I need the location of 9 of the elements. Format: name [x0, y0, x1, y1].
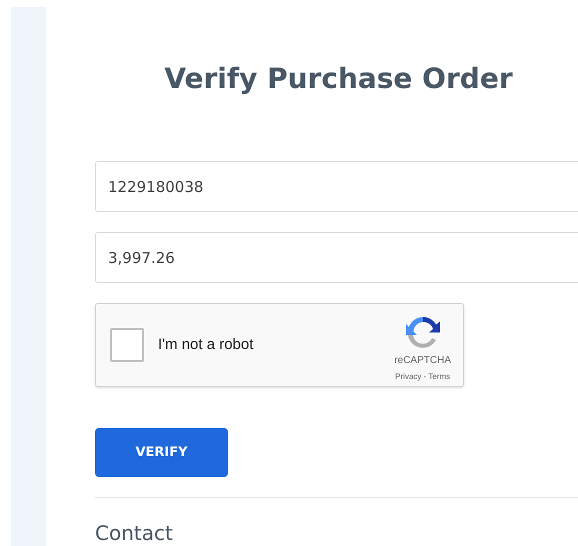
page-title: Verify Purchase Order: [163, 61, 514, 97]
input-field[interactable]: 1229180038: [95, 161, 578, 212]
contact-heading: Contact: [95, 520, 174, 546]
captcha-checkbox[interactable]: [110, 328, 144, 362]
recaptcha-brand: reCAPTCHA: [394, 354, 451, 368]
verify-button[interactable]: VERIFY: [95, 428, 228, 477]
captcha-label: I'm not a robot: [158, 334, 254, 355]
input-field[interactable]: 3,997.26: [95, 232, 578, 283]
privacy-terms-link[interactable]: Privacy - Terms: [395, 371, 450, 384]
